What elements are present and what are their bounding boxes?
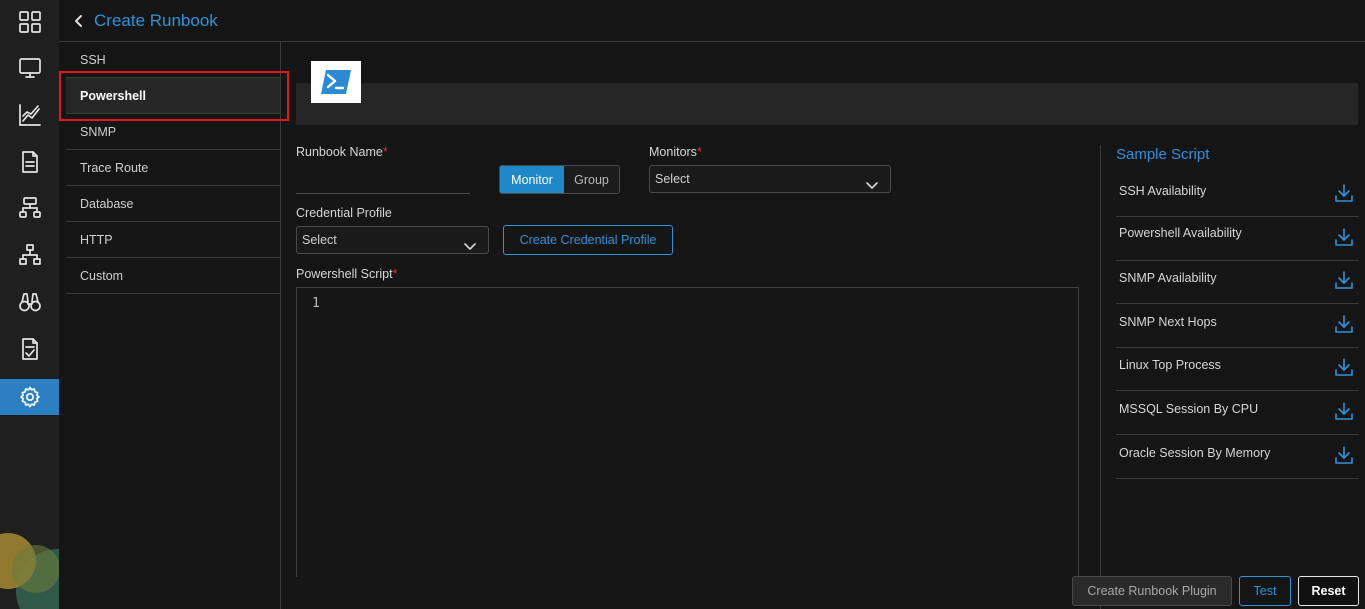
type-item-custom[interactable]: Custom xyxy=(66,258,280,294)
download-icon xyxy=(1335,184,1353,202)
monitors-select-value: Select xyxy=(655,172,690,186)
hierarchy-icon xyxy=(18,244,41,265)
metrics-chart-icon xyxy=(18,104,41,126)
rail-reports[interactable] xyxy=(0,144,59,180)
type-item-trace-route[interactable]: Trace Route xyxy=(66,150,280,186)
sample-script-name: Powershell Availability xyxy=(1119,226,1242,240)
chevron-down-icon xyxy=(866,182,878,189)
chevron-left-icon xyxy=(75,15,82,27)
type-item-powershell[interactable]: Powershell xyxy=(66,78,280,114)
download-button[interactable] xyxy=(1334,445,1354,465)
download-button[interactable] xyxy=(1334,401,1354,421)
download-icon xyxy=(1335,358,1353,376)
page-title: Create Runbook xyxy=(94,11,218,30)
decorative-shape xyxy=(0,533,59,609)
download-icon xyxy=(1335,228,1353,246)
download-button[interactable] xyxy=(1334,270,1354,290)
type-item-ssh[interactable]: SSH xyxy=(66,42,280,78)
checklist-icon xyxy=(21,338,38,360)
sample-script-name: SNMP Next Hops xyxy=(1119,315,1217,329)
type-item-http[interactable]: HTTP xyxy=(66,222,280,258)
test-button[interactable]: Test xyxy=(1239,576,1291,606)
sample-script-item[interactable]: Powershell Availability xyxy=(1116,217,1359,261)
toggle-monitor[interactable]: Monitor xyxy=(500,166,564,193)
sample-script-name: SSH Availability xyxy=(1119,184,1207,198)
rail-metrics[interactable] xyxy=(0,97,59,133)
credential-select-value: Select xyxy=(302,233,337,247)
rail-monitor[interactable] xyxy=(0,50,59,86)
powershell-logo-icon xyxy=(321,70,351,94)
rail-dashboard[interactable] xyxy=(0,4,59,40)
sample-script-name: Oracle Session By Memory xyxy=(1119,446,1271,460)
rail-topology[interactable] xyxy=(0,237,59,273)
monitors-select[interactable]: Select xyxy=(649,165,891,193)
powershell-script-label: Powershell Script* xyxy=(296,267,398,281)
network-topology-icon xyxy=(18,197,41,218)
powershell-logo xyxy=(311,61,361,103)
sample-script-item[interactable]: SNMP Next Hops xyxy=(1116,304,1359,348)
sample-script-item[interactable]: MSSQL Session By CPU xyxy=(1116,391,1359,435)
monitor-group-toggle: Monitor Group xyxy=(499,165,620,194)
download-button[interactable] xyxy=(1334,183,1354,203)
sample-script-item[interactable]: SSH Availability xyxy=(1116,173,1359,217)
create-credential-profile-button[interactable]: Create Credential Profile xyxy=(503,225,673,255)
left-rail xyxy=(0,0,59,609)
monitor-icon xyxy=(18,58,41,78)
download-icon xyxy=(1335,446,1353,464)
back-button[interactable] xyxy=(71,13,87,29)
page-header: Create Runbook xyxy=(59,0,1365,42)
runbook-type-banner xyxy=(296,83,1358,125)
rail-explorer[interactable] xyxy=(0,284,59,320)
rail-network[interactable] xyxy=(0,190,59,226)
download-button[interactable] xyxy=(1334,357,1354,377)
sample-script-item[interactable]: Oracle Session By Memory xyxy=(1116,435,1359,479)
credential-profile-label: Credential Profile xyxy=(296,206,392,220)
reset-button[interactable]: Reset xyxy=(1298,576,1359,606)
runbook-name-input[interactable] xyxy=(296,166,470,194)
sample-script-title: Sample Script xyxy=(1116,146,1210,163)
rail-audit[interactable] xyxy=(0,331,59,367)
dashboard-grid-icon xyxy=(18,11,41,33)
type-item-database[interactable]: Database xyxy=(66,186,280,222)
create-runbook-plugin-button[interactable]: Create Runbook Plugin xyxy=(1072,576,1232,606)
toggle-group[interactable]: Group xyxy=(564,166,619,193)
document-icon xyxy=(21,151,38,173)
sample-script-item[interactable]: Linux Top Process xyxy=(1116,347,1359,391)
download-icon xyxy=(1335,402,1353,420)
editor-line-number: 1 xyxy=(312,296,320,311)
chevron-down-icon xyxy=(464,243,476,250)
type-item-snmp[interactable]: SNMP xyxy=(66,114,280,150)
script-editor[interactable]: 1 xyxy=(296,287,1079,577)
runbook-type-list: SSH Powershell SNMP Trace Route Database… xyxy=(66,42,281,609)
download-button[interactable] xyxy=(1334,314,1354,334)
settings-gear-icon xyxy=(19,386,40,408)
binoculars-icon xyxy=(18,293,41,312)
sample-script-name: MSSQL Session By CPU xyxy=(1119,402,1259,416)
download-button[interactable] xyxy=(1334,227,1354,247)
download-icon xyxy=(1335,315,1353,333)
rail-settings[interactable] xyxy=(0,379,59,415)
credential-profile-select[interactable]: Select xyxy=(296,226,489,254)
monitors-label: Monitors* xyxy=(649,145,702,159)
runbook-name-label: Runbook Name* xyxy=(296,145,388,159)
sample-script-name: Linux Top Process xyxy=(1119,358,1221,372)
sample-script-name: SNMP Availability xyxy=(1119,271,1217,285)
download-icon xyxy=(1335,271,1353,289)
sample-script-item[interactable]: SNMP Availability xyxy=(1116,260,1359,304)
